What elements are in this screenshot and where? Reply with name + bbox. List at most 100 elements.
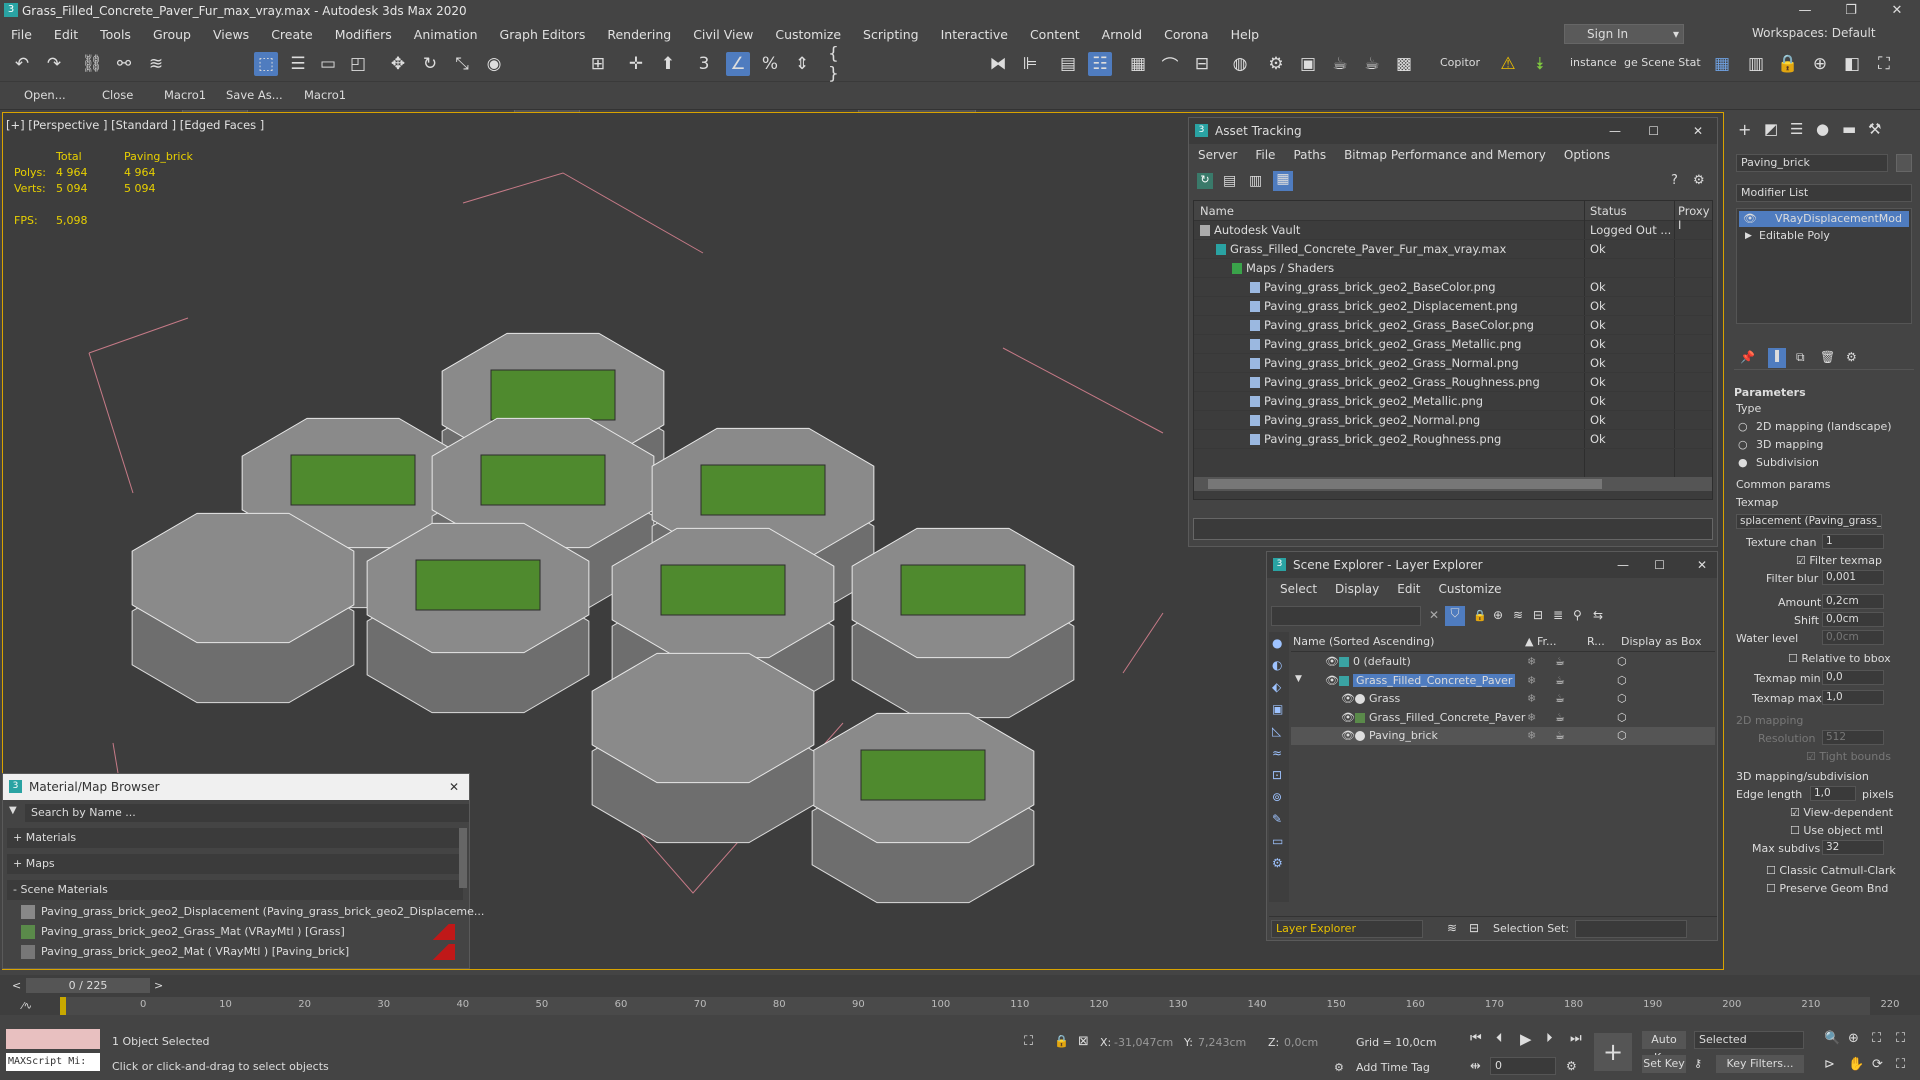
menu-arnold[interactable]: Arnold: [1091, 27, 1153, 42]
viewport-label[interactable]: [+] [Perspective ] [Standard ] [Edged Fa…: [6, 118, 264, 132]
open-button[interactable]: Open...: [24, 88, 66, 102]
maxscript-listener[interactable]: [6, 1029, 100, 1049]
checkbox-checked-icon[interactable]: ☑: [1806, 750, 1816, 763]
visibility-eye-icon[interactable]: 👁: [1325, 655, 1339, 668]
menu-create[interactable]: Create: [260, 27, 324, 42]
menu-civil-view[interactable]: Civil View: [682, 27, 764, 42]
pin-stack-icon[interactable]: 📌: [1740, 350, 1755, 364]
asset-row[interactable]: Paving_grass_brick_geo2_Grass_Normal.png…: [1194, 354, 1712, 373]
layer-stack-icon[interactable]: ≣: [1553, 608, 1563, 622]
water-level-label[interactable]: Water level: [1736, 632, 1798, 645]
keyboard-shortcut-icon[interactable]: ⬆: [656, 52, 680, 76]
display-as-box-icon[interactable]: ⬡: [1617, 674, 1627, 687]
checkbox-checked-icon[interactable]: ☑: [1790, 806, 1800, 819]
renderable-icon[interactable]: ☕: [1555, 692, 1565, 705]
hierarchy-tab-icon[interactable]: ☰: [1790, 120, 1803, 138]
layer-row[interactable]: 👁 Paving_brick ❄ ☕ ⬡: [1291, 727, 1715, 745]
radio-icon[interactable]: ○: [1738, 438, 1748, 451]
filter-texmap-checkbox[interactable]: ☑ Filter texmap: [1796, 554, 1882, 567]
copitor-label[interactable]: Copitor: [1440, 56, 1480, 69]
column-name[interactable]: Name (Sorted Ascending): [1293, 635, 1434, 648]
z-coord-input[interactable]: 0,0cm: [1284, 1036, 1334, 1049]
add-layer-icon[interactable]: ⊕: [1493, 608, 1503, 622]
add-time-tag[interactable]: Add Time Tag: [1356, 1061, 1430, 1074]
chevron-double-down-icon[interactable]: ⯯: [1528, 52, 1552, 76]
layout-icon[interactable]: ◧: [1840, 52, 1864, 76]
horizontal-scrollbar[interactable]: [1194, 477, 1712, 491]
type-subdivision[interactable]: ● Subdivision: [1738, 456, 1819, 469]
y-coord-input[interactable]: 7,243cm: [1198, 1036, 1254, 1049]
spinner-snap-icon[interactable]: ⇕: [790, 52, 814, 76]
filter-blur-input[interactable]: 0,001: [1822, 570, 1884, 585]
detail-view-icon[interactable]: ▥: [1249, 173, 1262, 189]
window-crossing-icon[interactable]: ◰: [346, 52, 370, 76]
clear-search-icon[interactable]: ✕: [1429, 608, 1439, 622]
rect-selection-icon[interactable]: ▭: [316, 52, 340, 76]
display-spacewarps-icon[interactable]: ⊡: [1272, 768, 1282, 782]
go-to-end-icon[interactable]: ⏭: [1570, 1031, 1582, 1046]
layers-icon[interactable]: ≋: [1447, 921, 1457, 935]
freeze-icon[interactable]: ❄: [1527, 729, 1536, 742]
freeze-icon[interactable]: ❄: [1527, 674, 1536, 687]
lock-selection-icon[interactable]: 🔒: [1054, 1034, 1069, 1048]
close-button[interactable]: ✕: [1874, 0, 1920, 22]
layer-row[interactable]: 👁 0 (default) ❄ ☕ ⬡: [1291, 653, 1715, 671]
utilities-tab-icon[interactable]: ⚒: [1868, 120, 1881, 138]
sync-icon[interactable]: ⇆: [1593, 608, 1603, 622]
menu-rendering[interactable]: Rendering: [596, 27, 682, 42]
explorer-type-dropdown[interactable]: Layer Explorer: [1271, 920, 1423, 938]
menu-edit[interactable]: Edit: [43, 27, 89, 42]
display-xrefs-icon[interactable]: ✎: [1272, 812, 1282, 826]
key-icon[interactable]: ⚷: [1694, 1057, 1702, 1070]
menu-customize[interactable]: Customize: [764, 27, 852, 42]
layer-row[interactable]: 👁 Grass_Filled_Concrete_Paver ❄ ☕ ⬡ ▼: [1291, 672, 1715, 690]
object-name-field[interactable]: Paving_brick: [1736, 154, 1888, 172]
ribbon-icon[interactable]: ▦: [1126, 52, 1150, 76]
time-config-icon[interactable]: ⚙: [1566, 1059, 1577, 1073]
angle-snap-icon[interactable]: ∠: [726, 52, 750, 76]
use-object-mtl-checkbox[interactable]: ☐ Use object mtl: [1790, 824, 1883, 837]
render-iterative-icon[interactable]: ☕: [1360, 52, 1384, 76]
display-as-box-icon[interactable]: ⬡: [1617, 729, 1627, 742]
align-icon[interactable]: ⊫: [1018, 52, 1042, 76]
asset-row[interactable]: Paving_grass_brick_geo2_Displacement.png…: [1194, 297, 1712, 316]
set-key-button[interactable]: Set Key: [1642, 1055, 1686, 1073]
select-manipulate-icon[interactable]: ✛: [624, 52, 648, 76]
filter-icon[interactable]: ⛉: [1445, 606, 1465, 626]
list-view-icon[interactable]: ▤: [1223, 173, 1236, 189]
isolate-selection-icon[interactable]: ⛶: [1024, 1034, 1033, 1049]
menu-paths[interactable]: Paths: [1284, 148, 1335, 162]
column-render[interactable]: R...: [1587, 635, 1605, 648]
menu-interactive[interactable]: Interactive: [930, 27, 1019, 42]
parameters-rollout[interactable]: Parameters: [1734, 386, 1806, 399]
material-item[interactable]: Paving_grass_brick_geo2_Grass_Mat (VRayM…: [19, 922, 455, 942]
maximize-button[interactable]: ☐: [1648, 118, 1659, 144]
edit-named-selection-icon[interactable]: { }: [828, 44, 852, 84]
renderable-icon[interactable]: ☕: [1555, 711, 1565, 724]
refresh-icon[interactable]: ↻: [1197, 173, 1213, 189]
next-frame-icon[interactable]: ⏵: [1546, 1031, 1553, 1046]
layers-icon[interactable]: ≋: [1513, 608, 1523, 622]
hierarchy-icon[interactable]: ⊟: [1469, 921, 1479, 935]
table-view-icon[interactable]: ▦: [1273, 171, 1293, 191]
shift-input[interactable]: 0,0cm: [1822, 612, 1884, 627]
time-tag-icon[interactable]: ⚙: [1334, 1061, 1344, 1074]
settings-icon[interactable]: ⚙: [1693, 173, 1705, 188]
render-setup-icon[interactable]: ⚙: [1264, 52, 1288, 76]
curve-editor-mini-icon[interactable]: ⁄∿: [22, 1001, 32, 1012]
orbit-icon[interactable]: ⟳: [1872, 1057, 1883, 1072]
scrollbar-thumb[interactable]: [1208, 479, 1602, 489]
redo-icon[interactable]: ↷: [42, 52, 66, 76]
sign-in-dropdown[interactable]: Sign In ▾: [1564, 24, 1684, 44]
scene-stat-label[interactable]: ge Scene Stat: [1624, 56, 1701, 69]
mirror-icon[interactable]: ⧓: [986, 52, 1010, 76]
type-2d-mapping[interactable]: ○ 2D mapping (landscape): [1738, 420, 1892, 433]
modifier-list-dropdown[interactable]: Modifier List: [1736, 184, 1912, 202]
next-frame-icon[interactable]: >: [154, 979, 163, 992]
workspaces-value[interactable]: Default: [1832, 26, 1876, 40]
preserve-geom-checkbox[interactable]: ☐ Preserve Geom Bnd: [1766, 882, 1888, 895]
zoom-extents-all-icon[interactable]: ⛶: [1896, 1031, 1905, 1046]
place-icon[interactable]: ◉: [482, 52, 506, 76]
renderable-icon[interactable]: ☕: [1555, 655, 1565, 668]
auto-key-button[interactable]: Auto Key: [1642, 1031, 1686, 1064]
